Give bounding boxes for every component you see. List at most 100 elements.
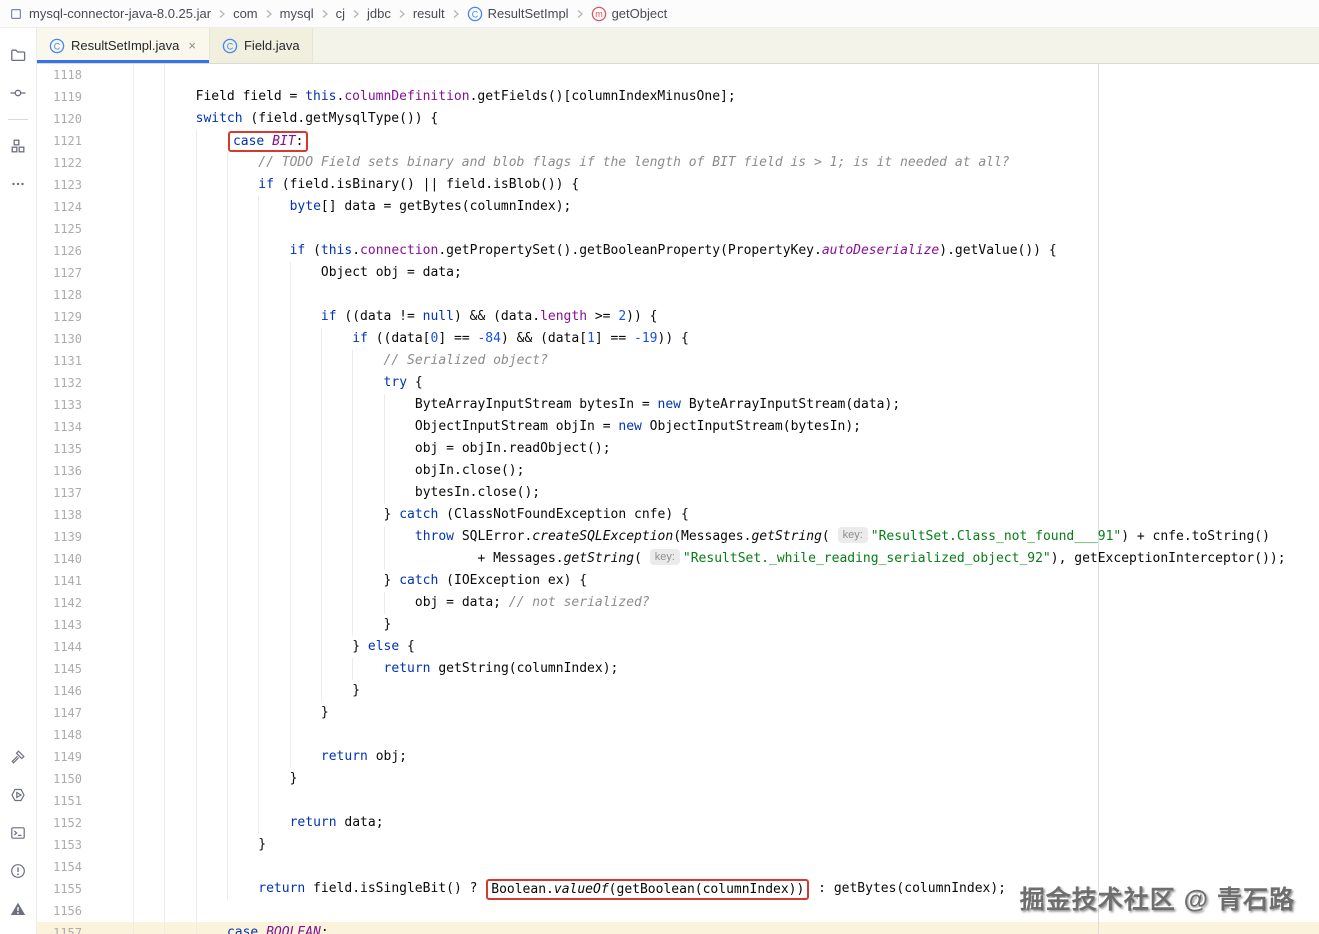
- code-line: 1135 obj = objIn.readObject();: [37, 438, 1319, 460]
- indent-guide: [258, 812, 260, 834]
- indent-guide: [258, 636, 260, 658]
- indent-guide: [195, 416, 197, 438]
- breadcrumb-item[interactable]: m getObject: [591, 6, 667, 22]
- indent-guide: [133, 328, 134, 350]
- line-number: 1140: [53, 552, 82, 566]
- problems-icon: [10, 863, 26, 879]
- indent-guide: [133, 746, 134, 768]
- chevron-right-icon: [321, 9, 329, 19]
- code-text: }: [258, 837, 267, 852]
- services-button[interactable]: [4, 781, 32, 809]
- code-text: objIn.close();: [414, 463, 525, 478]
- indent-guide: [195, 328, 197, 350]
- indent-guide: [226, 746, 228, 768]
- indent-guide: [164, 152, 166, 174]
- code-text: try {: [383, 375, 423, 390]
- indent-guide: [320, 570, 322, 592]
- breadcrumb-label: jdbc: [366, 6, 391, 21]
- indent-guide: [164, 504, 166, 526]
- indent-guide: [195, 746, 197, 768]
- indent-guide: [133, 306, 134, 328]
- indent-guide: [195, 262, 197, 284]
- tab-Field.java[interactable]: C Field.java: [209, 28, 313, 63]
- breadcrumb-label: ResultSetImpl: [487, 6, 569, 21]
- more-button[interactable]: [4, 170, 32, 198]
- indent-guide: [258, 328, 260, 350]
- code-line: 1154: [37, 856, 1319, 878]
- indent-guide: [133, 548, 134, 570]
- chevron-right-icon: [398, 9, 406, 19]
- indent-guide: [258, 746, 260, 768]
- indent-guide: [320, 636, 322, 658]
- code-line: 1122 // TODO Field sets binary and blob f…: [37, 152, 1319, 174]
- indent-guide: [133, 834, 134, 856]
- code-text: // TODO Field sets binary and blob flags…: [258, 155, 1010, 170]
- code-line: 1123 if (field.isBinary() || field.isBlob…: [37, 174, 1319, 196]
- breadcrumb-item[interactable]: C ResultSetImpl: [467, 6, 569, 22]
- build-hammer-button[interactable]: [4, 743, 32, 771]
- indent-guide: [289, 306, 291, 328]
- indent-guide: [289, 262, 291, 284]
- indent-guide: [164, 64, 166, 86]
- breadcrumb-item[interactable]: cj: [336, 6, 345, 21]
- commit-button[interactable]: [4, 79, 32, 107]
- line-number: 1119: [53, 90, 82, 104]
- tab-label: Field.java: [243, 38, 300, 53]
- indent-guide: [320, 416, 322, 438]
- svg-text:C: C: [54, 41, 61, 51]
- indent-guide: [164, 218, 166, 240]
- code-line: 1121 case BIT:: [37, 130, 1319, 152]
- breadcrumb-item[interactable]: com: [233, 6, 258, 21]
- editor-tab-bar: C ResultSetImpl.java × C Field.java: [37, 28, 1319, 64]
- code-editor[interactable]: 1118 1119 Field field = this.columnDefinit…: [37, 64, 1319, 934]
- breadcrumb-item[interactable]: jdbc: [367, 6, 391, 21]
- warning-triangle-icon: [10, 901, 26, 917]
- indent-guide: [258, 548, 260, 570]
- close-icon[interactable]: ×: [187, 38, 197, 53]
- line-number: 1141: [53, 574, 82, 588]
- breadcrumb-item[interactable]: mysql-connector-java-8.0.25.jar: [8, 6, 211, 22]
- indent-guide: [133, 416, 134, 438]
- method-icon: m: [591, 6, 607, 22]
- indent-guide: [258, 768, 260, 790]
- line-number: 1124: [53, 200, 82, 214]
- indent-guide: [258, 284, 260, 306]
- indent-guide: [226, 460, 228, 482]
- code-line: 1140 + Messages.getString( key: "ResultSet…: [37, 548, 1319, 570]
- breadcrumb-item[interactable]: mysql: [280, 6, 314, 21]
- indent-guide: [320, 460, 322, 482]
- line-number: 1137: [53, 486, 82, 500]
- indent-guide: [352, 460, 354, 482]
- indent-guide: [133, 64, 134, 86]
- line-number: 1145: [53, 662, 82, 676]
- terminal-button[interactable]: [4, 819, 32, 847]
- indent-guide: [226, 614, 228, 636]
- structure-button[interactable]: [4, 132, 32, 160]
- indent-guide: [164, 768, 166, 790]
- chevron-right-icon: [265, 9, 273, 19]
- tab-ResultSetImpl.java[interactable]: C ResultSetImpl.java ×: [37, 28, 210, 63]
- project-folder-button[interactable]: [4, 41, 32, 69]
- indent-guide: [195, 548, 197, 570]
- indent-guide: [383, 460, 385, 482]
- indent-guide: [133, 768, 134, 790]
- indent-guide: [226, 196, 228, 218]
- line-number: 1157: [53, 926, 82, 934]
- indent-guide: [164, 724, 166, 746]
- indent-guide: [226, 834, 228, 856]
- indent-guide: [352, 658, 354, 680]
- indent-guide: [164, 790, 166, 812]
- problems-button[interactable]: [4, 857, 32, 885]
- line-number: 1152: [53, 816, 82, 830]
- indent-guide: [320, 548, 322, 570]
- line-number: 1129: [53, 310, 82, 324]
- code-text: // Serialized object?: [383, 353, 548, 368]
- indent-guide: [195, 702, 197, 724]
- indent-guide: [226, 284, 228, 306]
- code-line: 1142 obj = data; // not serialized?: [37, 592, 1319, 614]
- svg-text:m: m: [595, 9, 603, 19]
- breadcrumb-item[interactable]: result: [413, 6, 445, 21]
- indent-guide: [352, 438, 354, 460]
- warning-triangle-button[interactable]: [4, 895, 32, 923]
- code-line: 1147}: [37, 702, 1319, 724]
